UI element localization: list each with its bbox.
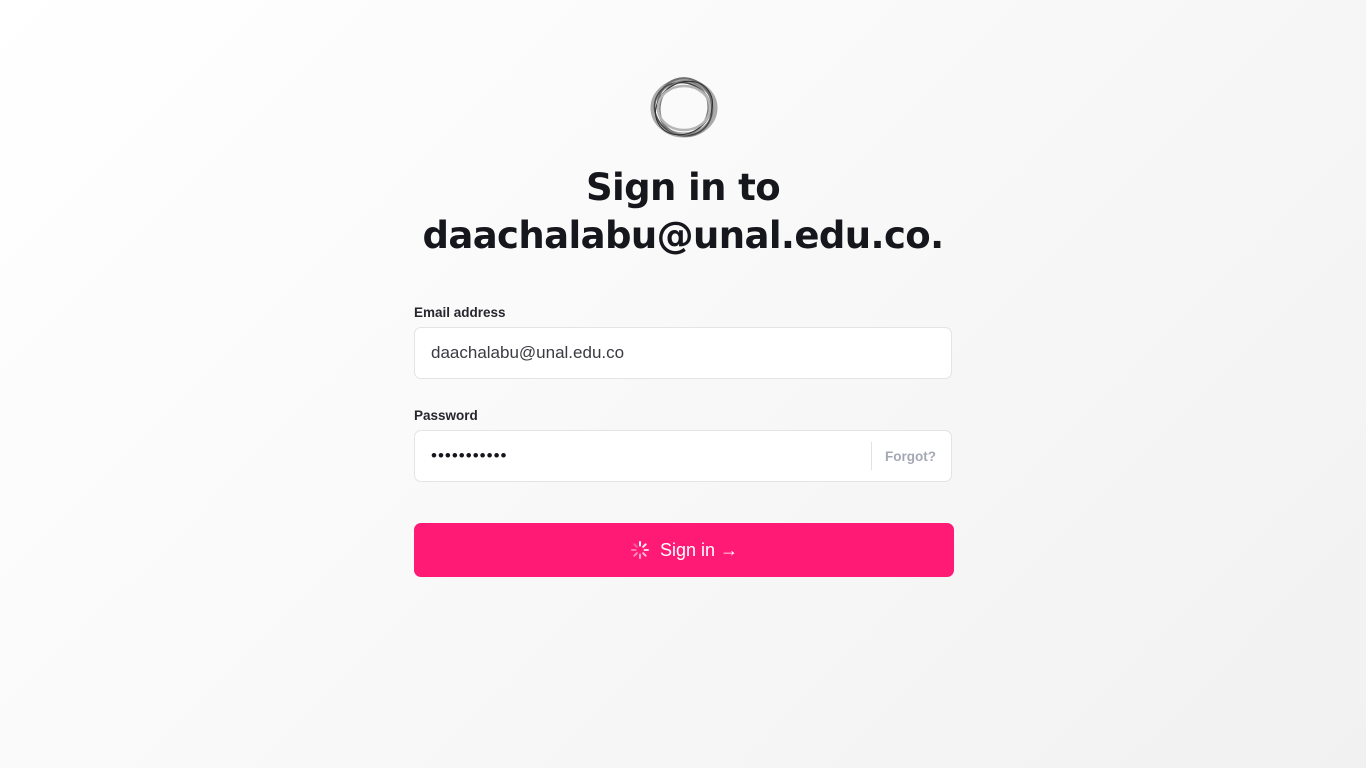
email-label: Email address xyxy=(414,305,506,320)
password-label: Password xyxy=(414,408,478,423)
page-title-line-1: Sign in to xyxy=(585,166,781,209)
password-field-container: Forgot? xyxy=(414,430,952,482)
page-title: Sign in to daachalabu@unal.edu.co. xyxy=(383,164,983,260)
email-input[interactable] xyxy=(431,328,936,378)
forgot-password-link[interactable]: Forgot? xyxy=(885,431,936,481)
ring-logo-icon xyxy=(648,74,720,142)
sign-in-button-label: Sign in → xyxy=(659,539,739,560)
password-input[interactable] xyxy=(431,431,851,481)
sign-in-button-content: Sign in → xyxy=(414,523,954,577)
sign-in-button[interactable]: Sign in → xyxy=(414,523,954,577)
email-field-container xyxy=(414,327,952,379)
password-divider xyxy=(871,442,872,470)
spinner-icon xyxy=(630,540,650,560)
sign-in-page: Sign in to daachalabu@unal.edu.co. Email… xyxy=(0,0,1366,768)
page-title-line-2: daachalabu@unal.edu.co. xyxy=(422,214,944,257)
